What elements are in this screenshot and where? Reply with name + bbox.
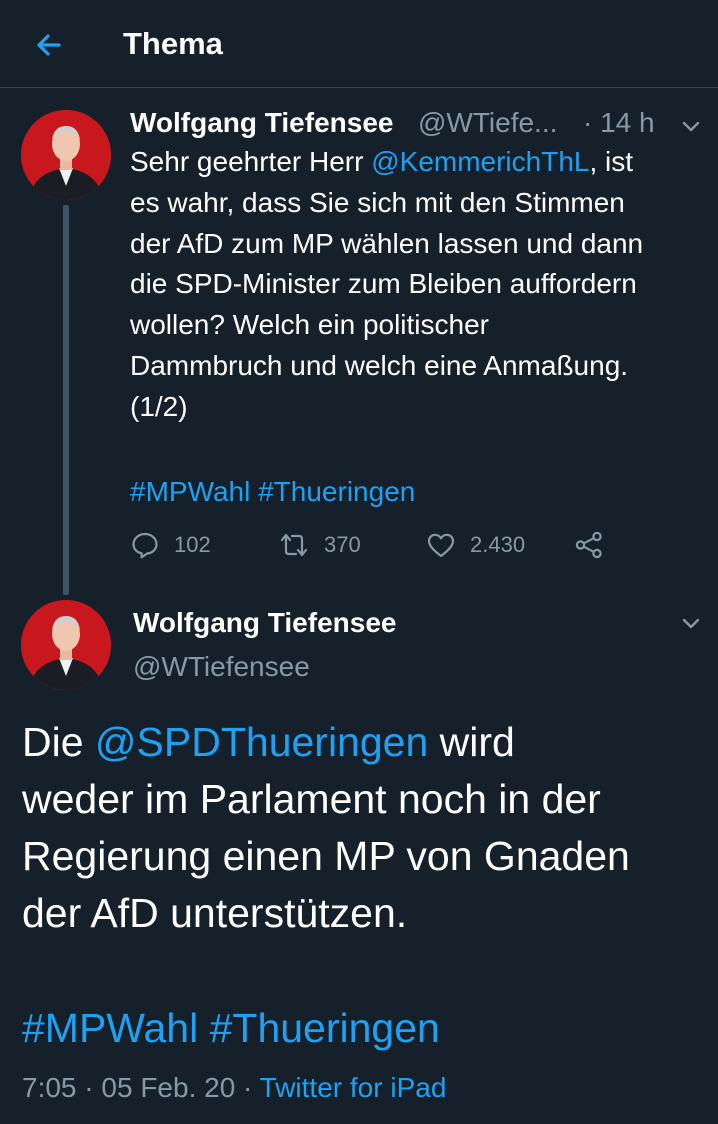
retweet-icon	[280, 533, 308, 557]
back-button[interactable]	[28, 24, 70, 66]
text-span: , ist	[589, 146, 634, 177]
like-count: 2.430	[470, 532, 526, 557]
tweet-metadata: 7:05 · 05 Feb. 20 · Twitter for iPad	[22, 1072, 447, 1103]
tweet-text-line: Die @SPDThueringen wird	[22, 714, 702, 771]
avatar[interactable]	[21, 600, 111, 690]
tweet-actions: 102 370 2.430	[130, 528, 610, 562]
tweet-time: 7:05	[22, 1072, 77, 1103]
author-name[interactable]: Wolfgang Tiefensee	[130, 104, 393, 142]
tweet-text-line: der AfD zum MP wählen lassen und dann	[130, 227, 644, 259]
tweet-text-line: Regierung einen MP von Gnaden	[22, 833, 630, 879]
tweet-date: 05 Feb. 20	[101, 1072, 236, 1103]
chevron-down-icon	[682, 121, 700, 132]
tweet-time: · 14 h	[583, 107, 655, 138]
top-bar: Thema	[0, 0, 718, 88]
author-name[interactable]: Wolfgang Tiefensee	[133, 604, 396, 642]
tweet-text-line: weder im Parlament noch in der	[22, 776, 601, 822]
author-handle[interactable]: @WTiefensee	[133, 648, 310, 686]
page-title: Thema	[123, 26, 223, 61]
tweet-text: Sehr geehrter Herr @KemmerichThL, ist es…	[130, 142, 705, 428]
thread-connector	[63, 205, 69, 595]
mention-link[interactable]: @SPDThueringen	[95, 719, 428, 765]
hashtag-link[interactable]: #Thueringen	[210, 1005, 440, 1051]
hashtag-link[interactable]: #MPWahl	[130, 476, 250, 507]
profile-photo-icon	[21, 600, 111, 690]
mention-link[interactable]: @KemmerichThL	[371, 146, 589, 177]
tweet-menu-button[interactable]	[678, 113, 704, 139]
tweet-text-line: Dammbruch und welch eine Anmaßung.	[130, 349, 629, 381]
retweet-count: 370	[324, 532, 361, 557]
hashtags: #MPWahl #Thueringen	[22, 1000, 440, 1056]
tweet-text-line: (1/2)	[130, 390, 188, 422]
text-span: Die	[22, 719, 95, 765]
profile-photo-icon	[21, 110, 111, 200]
share-button[interactable]	[574, 528, 618, 562]
chevron-down-icon	[682, 618, 700, 629]
tweet-text-line: wollen? Welch ein politischer	[130, 309, 489, 341]
reply-icon	[132, 532, 158, 559]
share-icon	[575, 531, 602, 559]
hashtags: #MPWahl #Thueringen	[130, 472, 415, 512]
author-handle[interactable]: @WTiefe...	[418, 104, 557, 142]
avatar[interactable]	[21, 110, 111, 200]
text-span: Sehr geehrter Herr	[130, 146, 372, 177]
hashtag-link[interactable]: #MPWahl	[22, 1005, 198, 1051]
retweet-button[interactable]: 370	[278, 528, 361, 562]
tweet-text: Die @SPDThueringen wird weder im Parlame…	[22, 714, 702, 942]
text-span: wird	[428, 719, 515, 765]
hashtag-link[interactable]: #Thueringen	[258, 476, 415, 507]
heart-icon	[427, 533, 455, 558]
tweet-text-line: Sehr geehrter Herr @KemmerichThL, ist	[130, 142, 705, 183]
reply-count: 102	[174, 532, 211, 557]
tweet-menu-button[interactable]	[678, 610, 704, 636]
tweet-text-line: die SPD-Minister zum Bleiben auffordern	[130, 268, 637, 300]
arrow-left-icon	[37, 34, 61, 56]
tweet-text-line: der AfD unterstützen.	[22, 890, 408, 936]
tweet-text-line: es wahr, dass Sie sich mit den Stimmen	[130, 186, 625, 218]
like-button[interactable]: 2.430	[426, 528, 525, 562]
reply-button[interactable]: 102	[130, 528, 211, 562]
tweet-source-link[interactable]: Twitter for iPad	[260, 1072, 447, 1103]
